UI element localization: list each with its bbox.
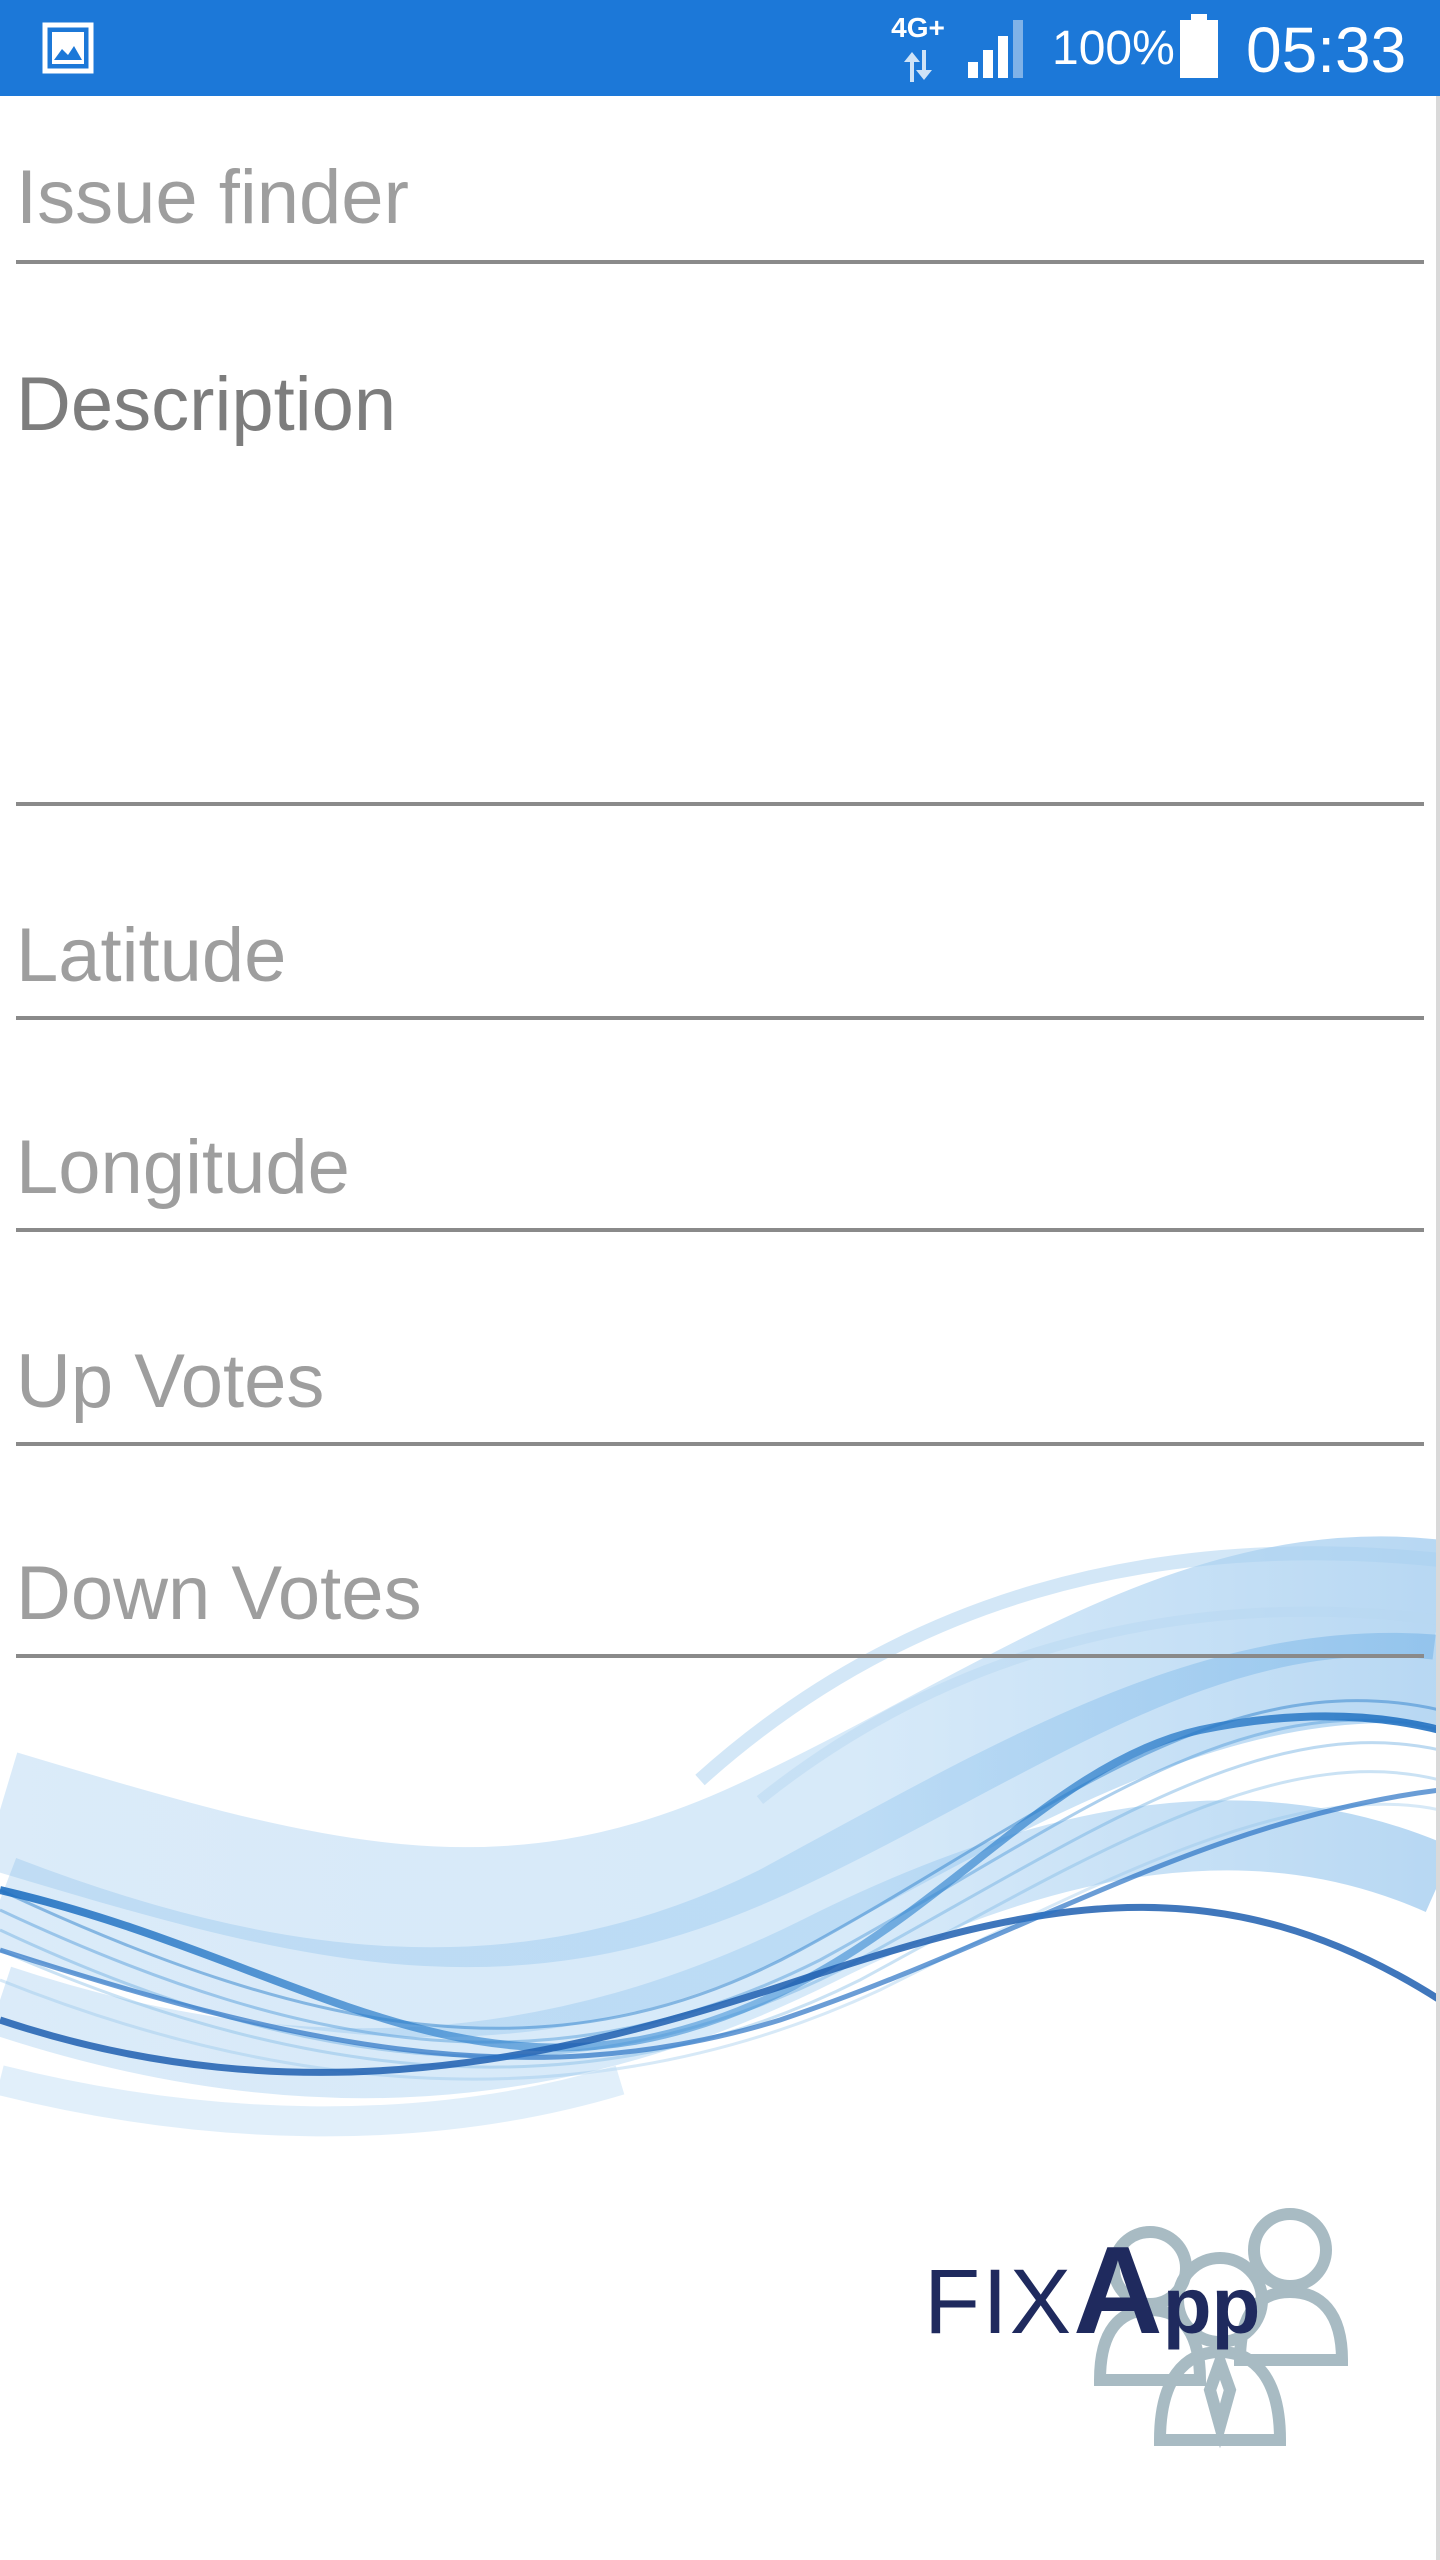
fixapp-logo: FIXApp — [920, 2190, 1360, 2450]
issue-finder-field — [16, 140, 1424, 264]
status-clock: 05:33 — [1246, 14, 1407, 86]
data-arrows-icon — [904, 50, 932, 82]
longitude-field — [16, 1112, 1424, 1232]
down-votes-field — [16, 1538, 1424, 1658]
battery-percent: 100% — [1052, 22, 1175, 75]
latitude-field — [16, 900, 1424, 1020]
battery-icon — [1180, 14, 1218, 78]
description-underline — [16, 802, 1424, 806]
gallery-notification-icon — [42, 22, 94, 74]
issue-finder-underline — [16, 260, 1424, 264]
latitude-underline — [16, 1016, 1424, 1020]
description-input[interactable] — [16, 358, 1424, 798]
network-type-label: 4G+ — [891, 12, 945, 43]
app-screen: 4G+ 100% 05:33 Issue finder Description … — [0, 0, 1440, 2560]
description-field — [16, 358, 1424, 806]
status-bar: 4G+ 100% 05:33 — [0, 0, 1440, 96]
longitude-underline — [16, 1228, 1424, 1232]
latitude-input[interactable] — [16, 900, 1424, 1012]
down-votes-input[interactable] — [16, 1538, 1424, 1650]
fixapp-logo-text: FIXApp — [924, 2222, 1261, 2360]
longitude-input[interactable] — [16, 1112, 1424, 1224]
right-edge-divider — [1436, 96, 1440, 2560]
up-votes-field — [16, 1326, 1424, 1446]
up-votes-underline — [16, 1442, 1424, 1446]
network-indicator: 4G+ — [880, 12, 956, 84]
down-votes-underline — [16, 1654, 1424, 1658]
signal-strength-icon — [968, 20, 1023, 78]
issue-finder-input[interactable] — [16, 140, 1424, 256]
up-votes-input[interactable] — [16, 1326, 1424, 1438]
